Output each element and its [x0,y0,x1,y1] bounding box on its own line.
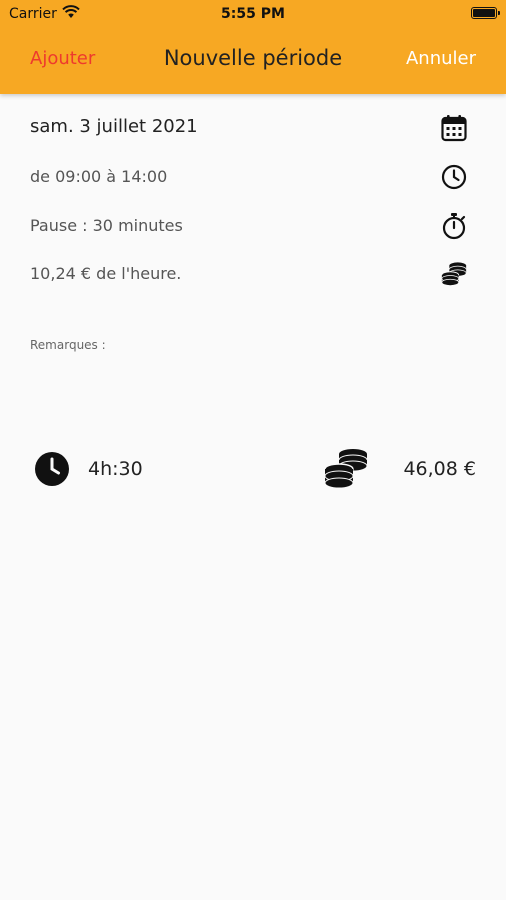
total-amount: 46,08 € [403,458,476,480]
hours-label: de 09:00 à 14:00 [30,167,168,186]
cancel-button[interactable]: Annuler [406,48,476,69]
date-label: sam. 3 juillet 2021 [30,116,198,137]
status-bar: Carrier 5:55 PM [0,0,506,28]
stopwatch-icon[interactable] [440,210,468,242]
rate-label: 10,24 € de l'heure. [30,264,182,283]
calendar-icon[interactable] [440,112,468,144]
hours-row[interactable]: de 09:00 à 14:00 [30,161,476,195]
coins-icon[interactable] [440,258,468,290]
status-time: 5:55 PM [221,6,285,22]
pause-row[interactable]: Pause : 30 minutes [30,210,476,244]
clock-icon[interactable] [440,161,468,193]
duration-clock-icon [35,452,69,486]
total-duration: 4h:30 [88,458,143,480]
rate-row[interactable]: 10,24 € de l'heure. [30,258,476,292]
header-bar: Carrier 5:55 PM Ajouter Nouvelle période… [0,0,506,94]
remarks-label: Remarques : [30,338,106,352]
earnings-coins-icon [324,449,368,489]
pause-label: Pause : 30 minutes [30,216,183,235]
battery-icon [471,7,500,19]
date-row[interactable]: sam. 3 juillet 2021 [30,112,476,146]
